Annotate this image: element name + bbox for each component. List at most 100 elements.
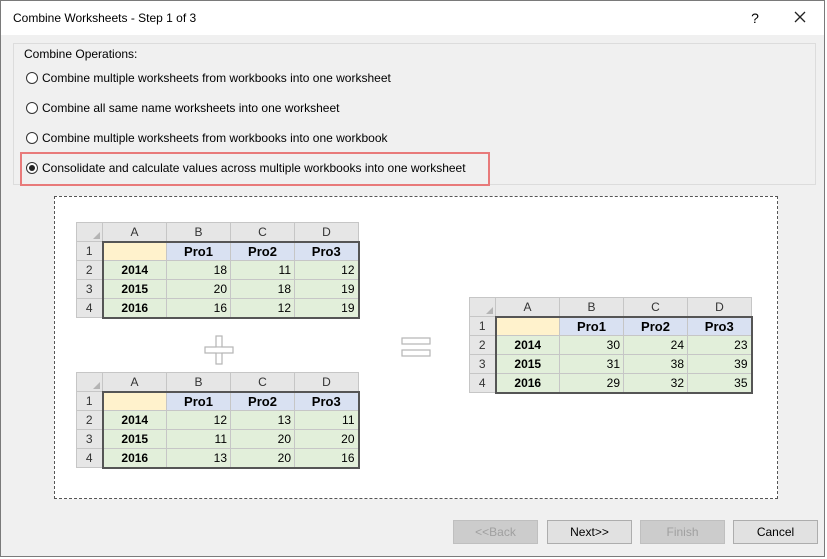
row-header: 2	[76, 260, 103, 280]
year-cell: 2014	[494, 335, 560, 355]
value-cell: 20	[294, 429, 360, 449]
blank-cell	[101, 240, 167, 261]
year-cell: 2015	[494, 354, 560, 374]
combine-worksheets-dialog: Combine Worksheets - Step 1 of 3 ? Combi…	[0, 0, 825, 557]
close-icon	[794, 11, 806, 23]
row-header: 3	[76, 279, 103, 299]
value-cell: 30	[559, 335, 624, 355]
sheet-result: A B C D 1 Pro1 Pro2 Pro3 2 2014 30 24 23…	[469, 297, 753, 394]
product-header: Pro3	[687, 315, 753, 336]
option-combine-same-name[interactable]: Combine all same name worksheets into on…	[26, 99, 339, 117]
column-header: A	[102, 222, 167, 242]
value-cell: 31	[559, 354, 624, 374]
value-cell: 20	[166, 279, 231, 299]
title-bar: Combine Worksheets - Step 1 of 3 ?	[1, 1, 824, 35]
value-cell: 29	[559, 373, 624, 394]
column-header: C	[230, 372, 295, 392]
column-header: D	[687, 297, 752, 317]
year-cell: 2016	[101, 298, 167, 319]
sheet-first: A B C D 1 Pro1 Pro2 Pro3 2 2014 18 11 12…	[76, 222, 360, 319]
finish-button[interactable]: Finish	[640, 520, 725, 544]
value-cell: 38	[623, 354, 688, 374]
combine-operations-group: Combine Operations: Combine multiple wor…	[13, 43, 816, 186]
value-cell: 32	[623, 373, 688, 394]
column-header: A	[495, 297, 560, 317]
year-cell: 2014	[101, 260, 167, 280]
option-consolidate-calculate[interactable]: Consolidate and calculate values across …	[26, 159, 466, 177]
column-header: B	[559, 297, 624, 317]
option-combine-to-one-worksheet[interactable]: Combine multiple worksheets from workboo…	[26, 69, 391, 87]
value-cell: 18	[166, 260, 231, 280]
year-cell: 2016	[101, 448, 167, 469]
radio-button-checked[interactable]	[26, 162, 38, 174]
close-button[interactable]	[788, 7, 812, 29]
value-cell: 13	[166, 448, 231, 469]
column-header: C	[230, 222, 295, 242]
radio-button[interactable]	[26, 102, 38, 114]
column-header: D	[294, 372, 359, 392]
sheet-second: A B C D 1 Pro1 Pro2 Pro3 2 2014 12 13 11…	[76, 372, 360, 469]
row-header: 1	[76, 391, 103, 411]
year-cell: 2014	[101, 410, 167, 430]
value-cell: 12	[166, 410, 231, 430]
value-cell: 20	[230, 429, 295, 449]
product-header: Pro1	[166, 390, 231, 411]
value-cell: 16	[166, 298, 231, 319]
value-cell: 24	[623, 335, 688, 355]
row-header: 1	[76, 241, 103, 261]
column-header: B	[166, 222, 231, 242]
value-cell: 11	[166, 429, 231, 449]
cancel-button[interactable]: Cancel	[733, 520, 818, 544]
sheet-corner	[76, 372, 103, 392]
product-header: Pro1	[166, 240, 231, 261]
year-cell: 2015	[101, 429, 167, 449]
row-header: 4	[76, 298, 103, 318]
option-label: Combine multiple worksheets from workboo…	[42, 71, 391, 85]
help-button[interactable]: ?	[744, 7, 766, 29]
column-header: C	[623, 297, 688, 317]
option-combine-to-one-workbook[interactable]: Combine multiple worksheets from workboo…	[26, 129, 388, 147]
radio-button[interactable]	[26, 132, 38, 144]
value-cell: 39	[687, 354, 753, 374]
product-header: Pro2	[230, 390, 295, 411]
year-cell: 2016	[494, 373, 560, 394]
value-cell: 20	[230, 448, 295, 469]
value-cell: 35	[687, 373, 753, 394]
product-header: Pro1	[559, 315, 624, 336]
product-header: Pro2	[230, 240, 295, 261]
option-label: Combine multiple worksheets from workboo…	[42, 131, 388, 145]
radio-button[interactable]	[26, 72, 38, 84]
row-header: 2	[469, 335, 496, 355]
column-header: A	[102, 372, 167, 392]
dialog-title: Combine Worksheets - Step 1 of 3	[13, 11, 197, 25]
value-cell: 12	[294, 260, 360, 280]
value-cell: 19	[294, 279, 360, 299]
row-header: 4	[76, 448, 103, 468]
product-header: Pro2	[623, 315, 688, 336]
sheet-corner	[469, 297, 496, 317]
back-button[interactable]: <<Back	[453, 520, 538, 544]
group-label: Combine Operations:	[24, 47, 138, 61]
column-header: D	[294, 222, 359, 242]
value-cell: 13	[230, 410, 295, 430]
row-header: 2	[76, 410, 103, 430]
sheet-corner	[76, 222, 103, 242]
product-header: Pro3	[294, 390, 360, 411]
option-label: Consolidate and calculate values across …	[42, 161, 466, 175]
product-header: Pro3	[294, 240, 360, 261]
value-cell: 11	[230, 260, 295, 280]
value-cell: 11	[294, 410, 360, 430]
row-header: 1	[469, 316, 496, 336]
value-cell: 12	[230, 298, 295, 319]
value-cell: 23	[687, 335, 753, 355]
row-header: 3	[469, 354, 496, 374]
plus-icon	[204, 335, 234, 365]
value-cell: 19	[294, 298, 360, 319]
option-label: Combine all same name worksheets into on…	[42, 101, 340, 115]
row-header: 4	[469, 373, 496, 393]
next-button[interactable]: Next>>	[547, 520, 632, 544]
row-header: 3	[76, 429, 103, 449]
value-cell: 16	[294, 448, 360, 469]
column-header: B	[166, 372, 231, 392]
year-cell: 2015	[101, 279, 167, 299]
